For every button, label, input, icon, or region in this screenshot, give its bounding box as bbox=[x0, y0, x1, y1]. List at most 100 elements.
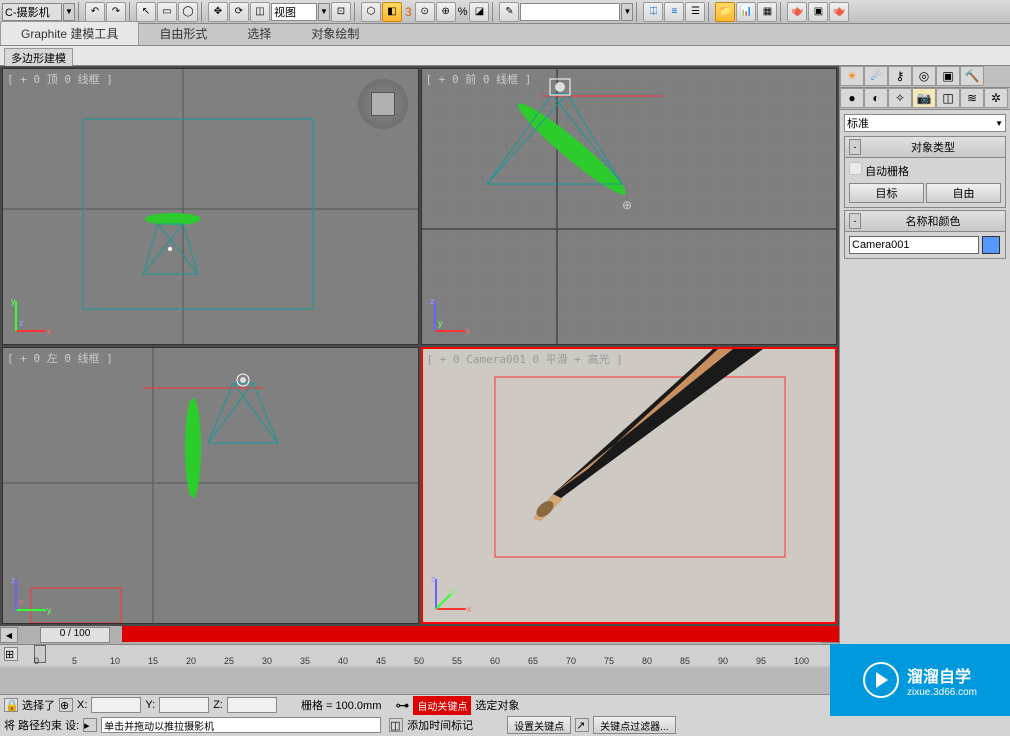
x-coord-input[interactable] bbox=[91, 697, 141, 713]
key-mode-icon[interactable]: ⊞ bbox=[4, 647, 18, 661]
viewport-left[interactable]: [ + 0 左 0 线框 ] y z x bbox=[2, 347, 419, 624]
percent-label: % bbox=[458, 6, 468, 18]
ruler-tick-label: 90 bbox=[718, 656, 728, 666]
create-tab-icon[interactable]: ✴ bbox=[840, 66, 864, 86]
helpers-subtab-icon[interactable]: ◫ bbox=[936, 88, 960, 108]
camera-dropdown-arrow[interactable]: ▼ bbox=[63, 3, 75, 21]
rollout-toggle[interactable]: - bbox=[849, 139, 861, 155]
ruler-tick-label: 0 bbox=[34, 656, 39, 666]
geometry-subtab-icon[interactable]: ● bbox=[840, 88, 864, 108]
key-filters-icon[interactable]: ↗ bbox=[575, 718, 589, 732]
curve-editor-icon[interactable]: 📁 bbox=[715, 2, 735, 22]
timeline-track[interactable] bbox=[122, 626, 839, 642]
auto-key-button[interactable]: 自动关键点 bbox=[413, 696, 471, 715]
selection-set-arrow[interactable]: ▼ bbox=[621, 3, 633, 21]
rotate-gizmo-icon[interactable]: ⟳ bbox=[229, 2, 249, 22]
cameras-subtab-icon[interactable]: 📷 bbox=[912, 88, 936, 108]
move-gizmo-icon[interactable]: ✥ bbox=[208, 2, 228, 22]
subtab-polymodel[interactable]: 多边形建模 bbox=[4, 48, 73, 68]
percent-snap-icon[interactable]: ⊙ bbox=[415, 2, 435, 22]
time-ruler[interactable]: ⊞ 05101520253035404550556065707580859095… bbox=[0, 644, 839, 666]
camera-dropdown[interactable]: C-摄影机 bbox=[2, 3, 62, 21]
camera-view-content bbox=[423, 349, 836, 622]
camera-type-dropdown[interactable]: 标准▼ bbox=[844, 114, 1006, 132]
material-editor-icon[interactable]: ▦ bbox=[757, 2, 777, 22]
object-color-swatch[interactable] bbox=[982, 236, 1000, 254]
lock-selection-icon[interactable]: 🔒 bbox=[4, 698, 18, 712]
y-label: Y: bbox=[145, 699, 155, 711]
angle-snap-icon[interactable]: ◧ bbox=[382, 2, 402, 22]
align-icon[interactable]: ≡ bbox=[664, 2, 684, 22]
time-tag-icon[interactable]: ◫ bbox=[389, 718, 403, 732]
ruler-tick-label: 5 bbox=[72, 656, 77, 666]
key-icon[interactable]: ⊶ bbox=[395, 697, 409, 714]
systems-subtab-icon[interactable]: ✲ bbox=[984, 88, 1008, 108]
tab-object-paint[interactable]: 对象绘制 bbox=[291, 22, 379, 45]
ruler-tick-label: 85 bbox=[680, 656, 690, 666]
svg-text:z: z bbox=[11, 575, 16, 585]
tab-graphite[interactable]: Graphite 建模工具 bbox=[0, 21, 139, 45]
selected-object-label: 选定对象 bbox=[475, 697, 519, 713]
y-coord-input[interactable] bbox=[159, 697, 209, 713]
set-key-button[interactable]: 设置关键点 bbox=[507, 716, 571, 734]
ruler-tick-label: 50 bbox=[414, 656, 424, 666]
utilities-tab-icon[interactable]: 🔨 bbox=[960, 66, 984, 86]
spacewarps-subtab-icon[interactable]: ≋ bbox=[960, 88, 984, 108]
edge-constraint-icon[interactable]: ◪ bbox=[469, 2, 489, 22]
free-camera-button[interactable]: 自由 bbox=[926, 183, 1001, 203]
redo-button[interactable]: ↷ bbox=[106, 2, 126, 22]
lights-subtab-icon[interactable]: ✧ bbox=[888, 88, 912, 108]
coord-display-icon[interactable]: ⊕ bbox=[59, 698, 73, 712]
ruler-tick-label: 15 bbox=[148, 656, 158, 666]
ruler-tick-label: 95 bbox=[756, 656, 766, 666]
key-filters-button[interactable]: 关键点过滤器... bbox=[593, 716, 675, 734]
maxscript-icon[interactable]: ▸ bbox=[83, 718, 97, 732]
z-coord-input[interactable] bbox=[227, 697, 277, 713]
render-setup-icon[interactable]: 🫖 bbox=[787, 2, 807, 22]
named-selection-icon[interactable]: ✎ bbox=[499, 2, 519, 22]
timeline-left-arrow[interactable]: ◀ bbox=[0, 627, 18, 643]
auto-grid-checkbox[interactable]: 自动栅格 bbox=[849, 166, 909, 178]
coord-dropdown-arrow[interactable]: ▼ bbox=[318, 3, 330, 21]
viewcube[interactable] bbox=[358, 79, 408, 129]
coord-system-dropdown[interactable]: 视图 bbox=[271, 3, 317, 21]
target-camera-button[interactable]: 目标 bbox=[849, 183, 924, 203]
ruler-tick-label: 10 bbox=[110, 656, 120, 666]
object-name-input[interactable] bbox=[849, 236, 979, 254]
render-frame-icon[interactable]: ▣ bbox=[808, 2, 828, 22]
undo-button[interactable]: ↶ bbox=[85, 2, 105, 22]
top-view-content bbox=[3, 69, 418, 344]
mirror-icon[interactable]: ⎅ bbox=[643, 2, 663, 22]
time-slider-handle[interactable]: 0 / 100 bbox=[40, 627, 110, 643]
tab-freeform[interactable]: 自由形式 bbox=[139, 22, 227, 45]
svg-text:z: z bbox=[431, 574, 436, 584]
select-rect-icon[interactable]: ▭ bbox=[157, 2, 177, 22]
ruler-tick-label: 75 bbox=[604, 656, 614, 666]
layers-icon[interactable]: ☰ bbox=[685, 2, 705, 22]
snap-toggle-icon[interactable]: ⬡ bbox=[361, 2, 381, 22]
rollout-toggle-2[interactable]: - bbox=[849, 213, 861, 229]
spinner-snap-icon[interactable]: ⊕ bbox=[436, 2, 456, 22]
render-icon[interactable]: 🫖 bbox=[829, 2, 849, 22]
select-arrow-icon[interactable]: ↖ bbox=[136, 2, 156, 22]
viewport-front[interactable]: [ + 0 前 0 线框 ] ⊕ x z y bbox=[421, 68, 838, 345]
ruler-tick-label: 30 bbox=[262, 656, 272, 666]
schematic-view-icon[interactable]: 📊 bbox=[736, 2, 756, 22]
ruler-tick-label: 45 bbox=[376, 656, 386, 666]
shapes-subtab-icon[interactable]: ◐ bbox=[864, 88, 888, 108]
viewport-camera[interactable]: [ + 0 Camera001 0 平滑 + 高光 ] x z y bbox=[421, 347, 838, 624]
selection-set-input[interactable] bbox=[520, 3, 620, 21]
motion-tab-icon[interactable]: ◎ bbox=[912, 66, 936, 86]
scale-gizmo-icon[interactable]: ◫ bbox=[250, 2, 270, 22]
display-tab-icon[interactable]: ▣ bbox=[936, 66, 960, 86]
hierarchy-tab-icon[interactable]: ⚷ bbox=[888, 66, 912, 86]
viewport-top[interactable]: [ + 0 顶 0 线框 ] x y z bbox=[2, 68, 419, 345]
select-lasso-icon[interactable]: ◯ bbox=[178, 2, 198, 22]
pivot-center-icon[interactable]: ⊡ bbox=[331, 2, 351, 22]
modify-tab-icon[interactable]: ☄ bbox=[864, 66, 888, 86]
ribbon-tabs: Graphite 建模工具 自由形式 选择 对象绘制 bbox=[0, 24, 1010, 46]
tab-selection[interactable]: 选择 bbox=[227, 22, 291, 45]
z-label: Z: bbox=[213, 699, 223, 711]
add-time-tag-label[interactable]: 添加时间标记 bbox=[407, 717, 473, 733]
svg-text:y: y bbox=[438, 318, 443, 328]
